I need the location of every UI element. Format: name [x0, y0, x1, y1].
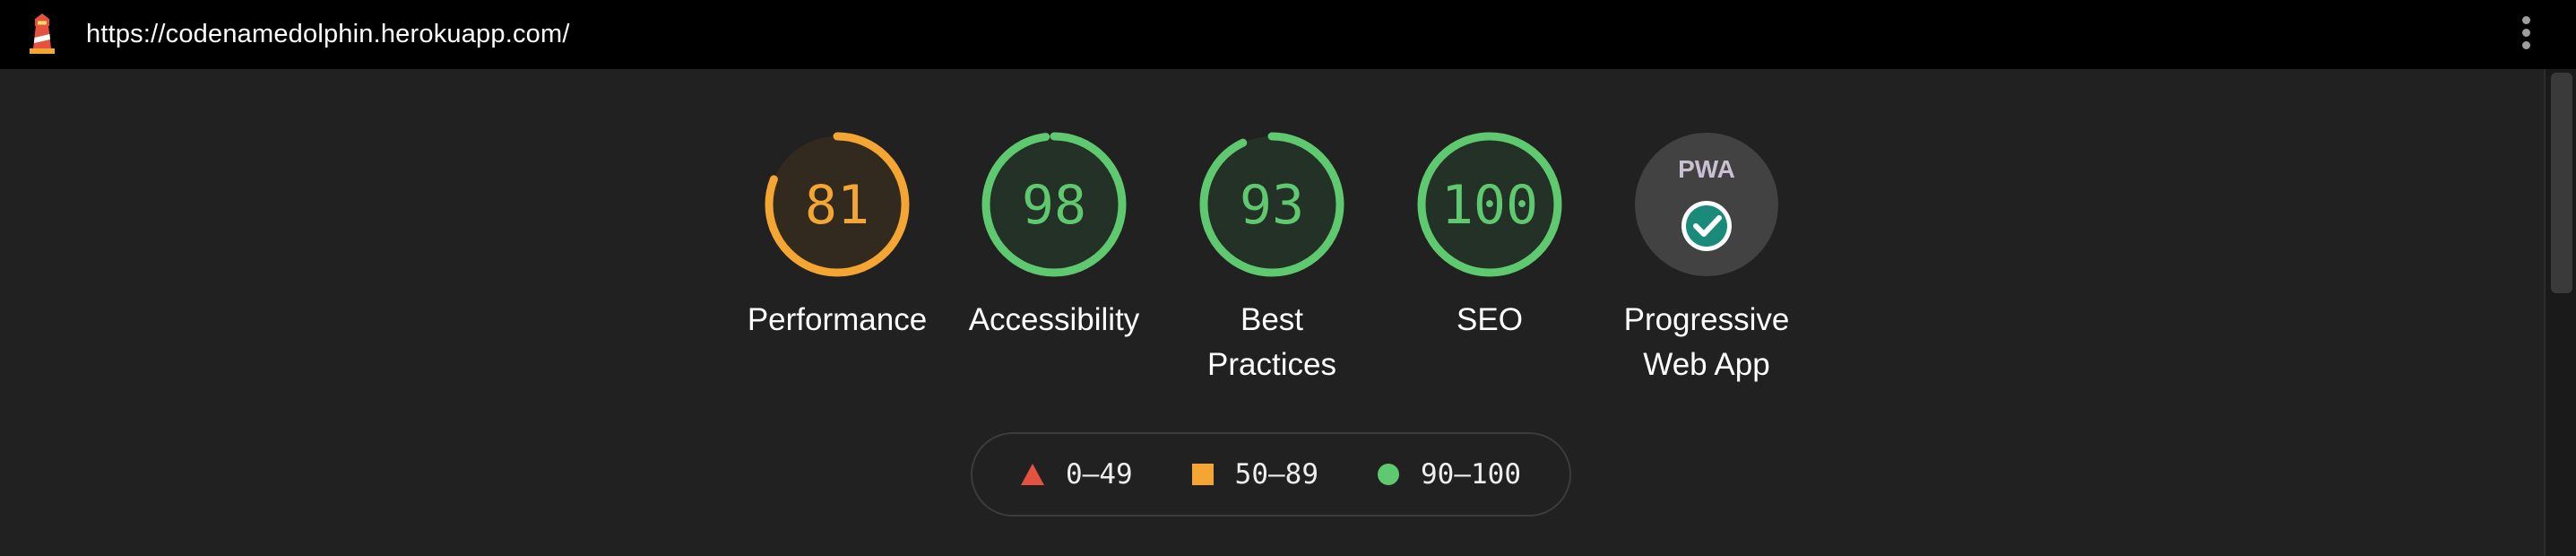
legend-fail: 0–49	[1021, 458, 1133, 491]
accessibility-gauge-icon: 98	[981, 132, 1127, 277]
pwa-badge-icon: PWA	[1635, 133, 1778, 276]
accessibility-label: Accessibility	[968, 302, 1140, 337]
legend-average: 50–89	[1191, 458, 1318, 491]
performance-gauge-icon: 81	[765, 132, 910, 277]
seo-score: 100	[1441, 174, 1538, 237]
legend-pass: 90–100	[1378, 458, 1521, 491]
more-options-icon[interactable]	[2520, 16, 2531, 54]
pwa-label: Progressive Web App	[1623, 302, 1790, 382]
scroll-thumb[interactable]	[2551, 73, 2572, 293]
url-text[interactable]: https://codenamedolphin.herokuapp.com/	[86, 0, 570, 69]
square-icon	[1191, 464, 1214, 485]
legend-pass-range: 90–100	[1421, 458, 1521, 491]
best-practices-label: Best Practices	[1207, 302, 1336, 382]
performance-label: Performance	[747, 302, 928, 337]
gauge-pwa[interactable]: PWA Progressive Web App	[1606, 131, 1807, 387]
top-bar: https://codenamedolphin.herokuapp.com/	[0, 0, 2576, 69]
gauge-seo[interactable]: 100 SEO	[1389, 131, 1590, 343]
best-practices-score: 93	[1240, 174, 1304, 237]
seo-gauge-icon: 100	[1417, 132, 1562, 277]
pwa-badge-text: PWA	[1678, 155, 1735, 183]
score-legend: 0–49 50–89 90–100	[971, 432, 1571, 517]
lighthouse-logo-icon	[30, 13, 55, 54]
check-circle-icon	[1686, 205, 1727, 247]
triangle-icon	[1021, 464, 1045, 485]
seo-label: SEO	[1457, 302, 1523, 337]
gauge-best-practices[interactable]: 93 Best Practices	[1171, 131, 1372, 387]
gauge-performance[interactable]: 81 Performance	[737, 131, 938, 343]
best-practices-gauge-icon: 93	[1199, 132, 1344, 277]
legend-fail-range: 0–49	[1066, 458, 1133, 491]
accessibility-score: 98	[1022, 174, 1086, 237]
scrollbar[interactable]	[2544, 69, 2576, 556]
gauge-accessibility[interactable]: 98 Accessibility	[954, 131, 1154, 343]
performance-score: 81	[805, 174, 869, 237]
circle-icon	[1378, 464, 1399, 485]
legend-average-range: 50–89	[1234, 458, 1318, 491]
